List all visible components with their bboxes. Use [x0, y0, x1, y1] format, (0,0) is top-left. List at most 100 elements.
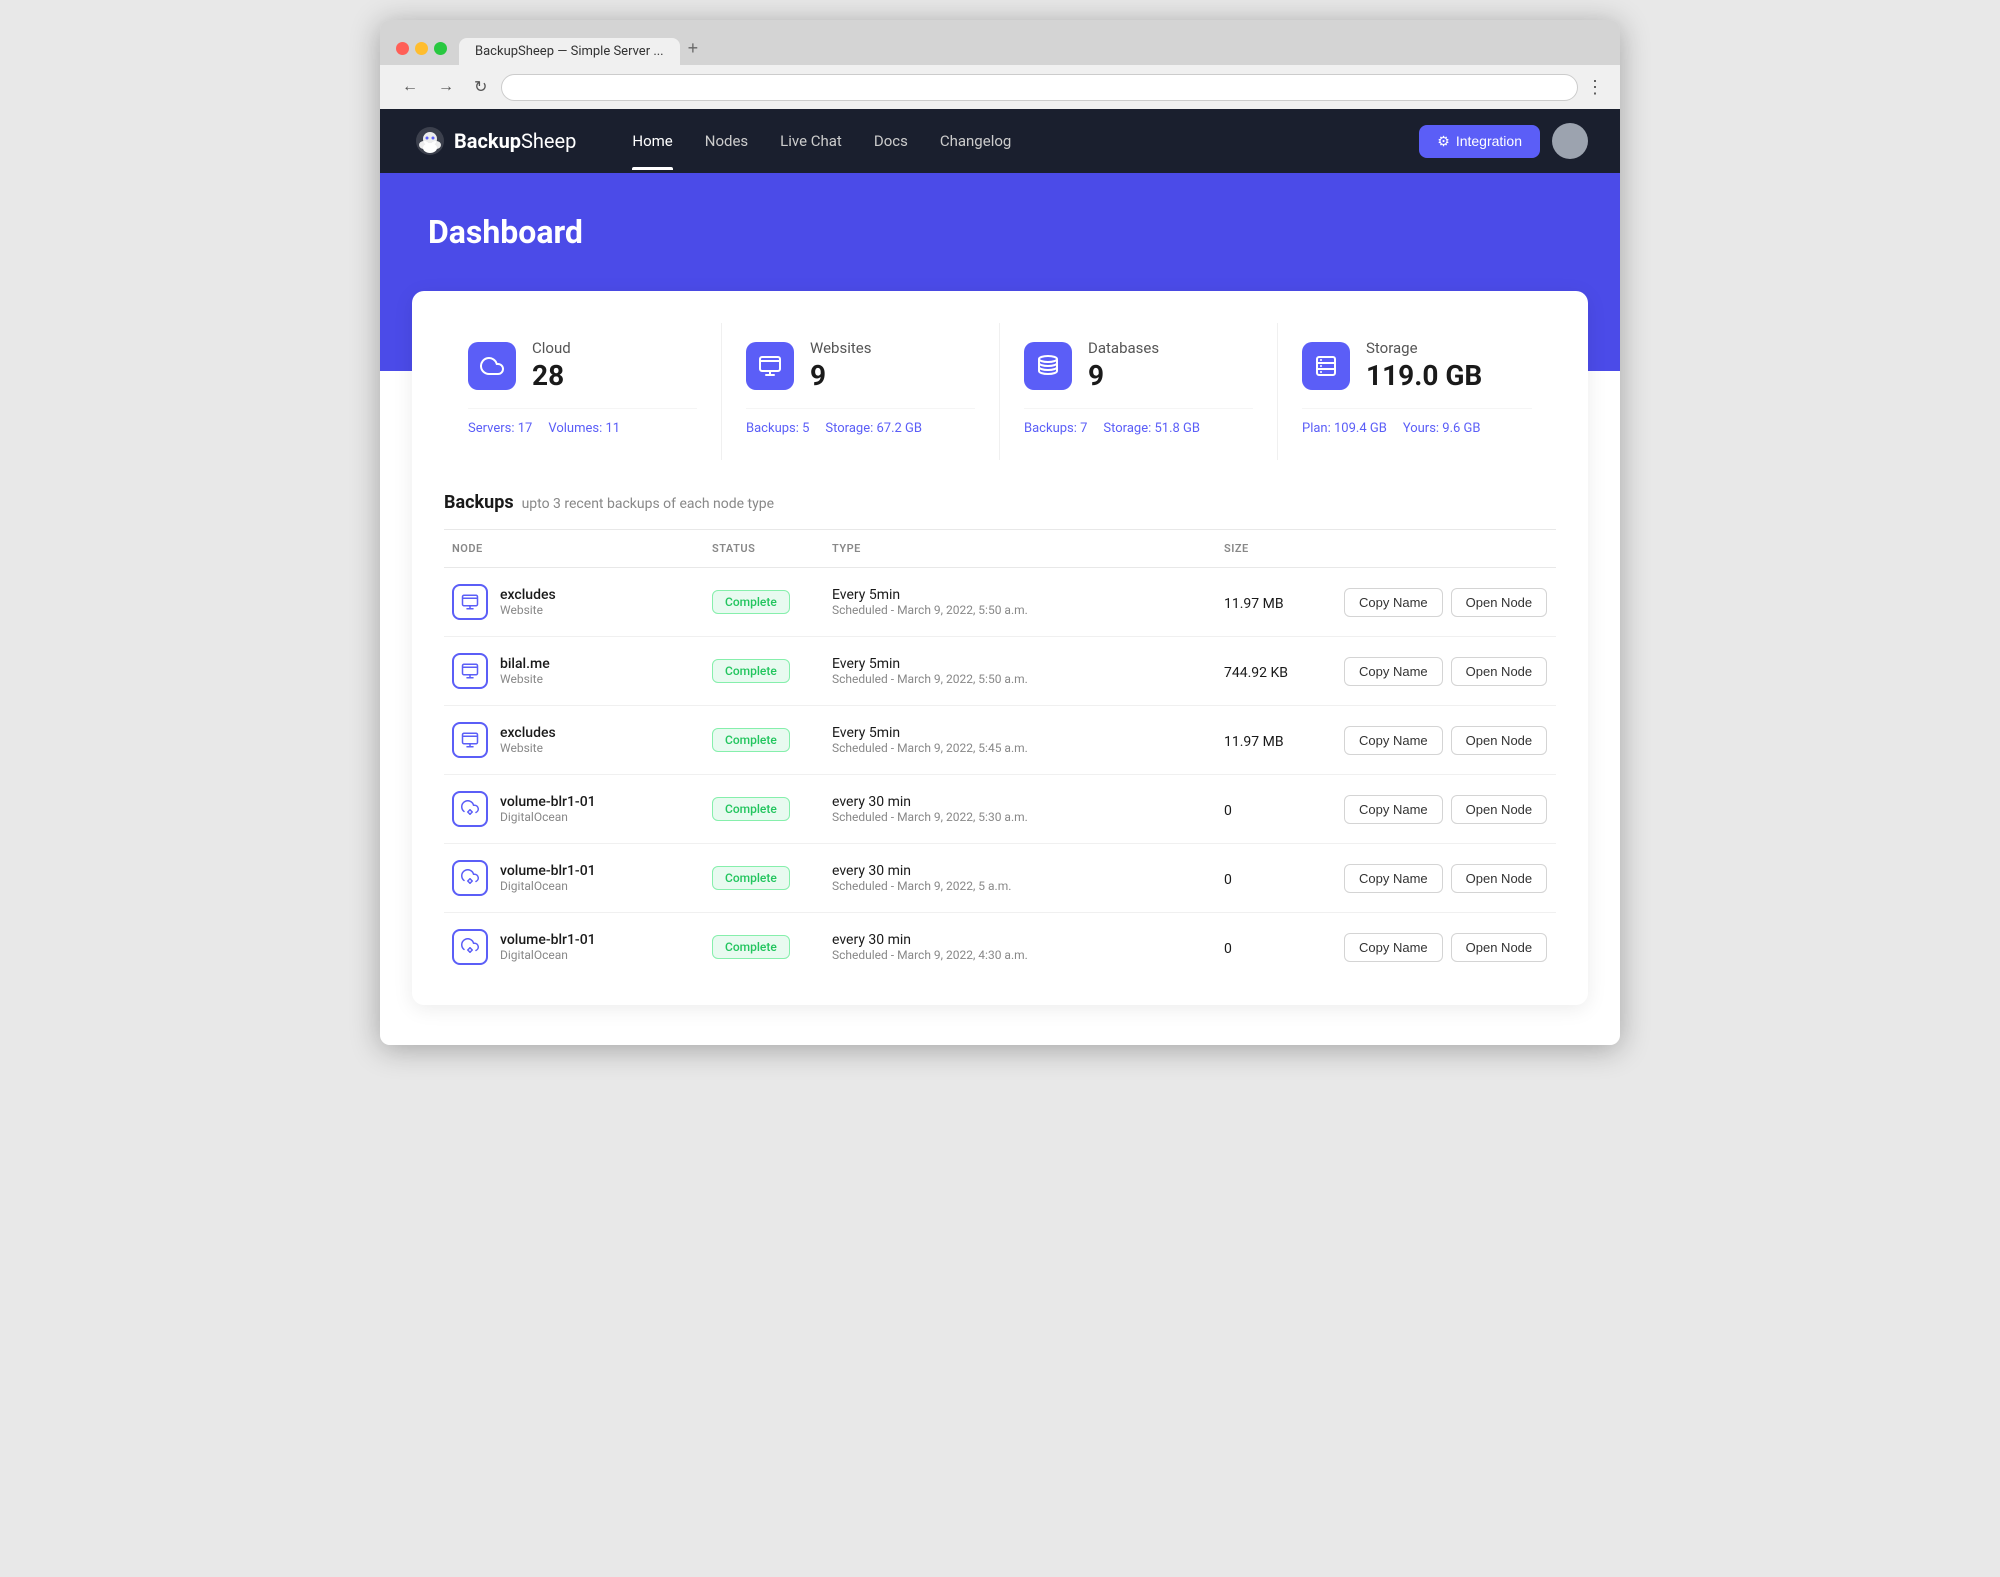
copy-name-button[interactable]: Copy Name [1344, 933, 1443, 962]
main-content: Cloud 28 Servers: 17 Volumes: 11 [380, 291, 1620, 1045]
dashboard-card: Cloud 28 Servers: 17 Volumes: 11 [412, 291, 1588, 1005]
stat-cloud-text: Cloud 28 [532, 339, 571, 392]
status-badge: Complete [712, 935, 790, 959]
row-actions: Copy Name Open Node [1336, 657, 1556, 686]
cloud-node-icon [452, 929, 488, 965]
status-cell: Complete [704, 797, 824, 821]
node-info: volume-blr1-01 DigitalOcean [500, 794, 596, 824]
row-actions: Copy Name Open Node [1336, 726, 1556, 755]
stats-row: Cloud 28 Servers: 17 Volumes: 11 [444, 323, 1556, 460]
nav-livechat[interactable]: Live Chat [764, 112, 858, 170]
size-cell: 0 [1216, 800, 1336, 819]
browser-toolbar: ← → ↻ ⋮ [380, 65, 1620, 109]
size-cell: 11.97 MB [1216, 731, 1336, 750]
status-cell: Complete [704, 728, 824, 752]
backups-header: Backups upto 3 recent backups of each no… [444, 492, 1556, 513]
size-cell: 11.97 MB [1216, 593, 1336, 612]
website-node-icon [452, 584, 488, 620]
copy-name-button[interactable]: Copy Name [1344, 657, 1443, 686]
col-size: SIZE [1216, 542, 1336, 555]
size-cell: 0 [1216, 869, 1336, 888]
open-node-button[interactable]: Open Node [1451, 795, 1548, 824]
node-info: volume-blr1-01 DigitalOcean [500, 863, 596, 893]
website-icon [746, 342, 794, 390]
minimize-window-btn[interactable] [415, 42, 428, 55]
brand-logo[interactable]: BackupSheep [412, 123, 576, 159]
open-node-button[interactable]: Open Node [1451, 933, 1548, 962]
cloud-node-icon [452, 860, 488, 896]
table-row: bilal.me Website Complete Every 5min Sch… [444, 637, 1556, 706]
copy-name-button[interactable]: Copy Name [1344, 726, 1443, 755]
status-badge: Complete [712, 866, 790, 890]
table-row: excludes Website Complete Every 5min Sch… [444, 568, 1556, 637]
stat-storage-text: Storage 119.0 GB [1366, 339, 1482, 392]
status-badge: Complete [712, 659, 790, 683]
user-avatar[interactable] [1552, 123, 1588, 159]
stat-websites: Websites 9 Backups: 5 Storage: 67.2 GB [722, 323, 1000, 460]
reload-button[interactable]: ↻ [468, 73, 493, 101]
navbar-right: ⚙ Integration [1419, 123, 1588, 159]
plan-link[interactable]: Plan: 109.4 GB [1302, 421, 1387, 436]
db-backups-link[interactable]: Backups: 7 [1024, 421, 1087, 436]
website-node-icon [452, 722, 488, 758]
node-cell: volume-blr1-01 DigitalOcean [444, 860, 704, 896]
node-info: excludes Website [500, 725, 556, 755]
backups-title: Backups [444, 492, 514, 513]
website-node-icon [452, 653, 488, 689]
row-actions: Copy Name Open Node [1336, 795, 1556, 824]
nav-nodes[interactable]: Nodes [689, 112, 764, 170]
volumes-link[interactable]: Volumes: 11 [548, 421, 620, 436]
table-row: excludes Website Complete Every 5min Sch… [444, 706, 1556, 775]
servers-link[interactable]: Servers: 17 [468, 421, 532, 436]
storage-icon [1302, 342, 1350, 390]
nav-home[interactable]: Home [616, 112, 688, 170]
table-row: volume-blr1-01 DigitalOcean Complete eve… [444, 844, 1556, 913]
window-controls [396, 42, 447, 55]
node-cell: excludes Website [444, 584, 704, 620]
type-cell: every 30 min Scheduled - March 9, 2022, … [824, 794, 1216, 824]
cloud-node-icon [452, 791, 488, 827]
type-cell: Every 5min Scheduled - March 9, 2022, 5:… [824, 587, 1216, 617]
nav-docs[interactable]: Docs [858, 112, 924, 170]
database-icon [1024, 342, 1072, 390]
navbar: BackupSheep Home Nodes Live Chat Docs Ch… [380, 109, 1620, 173]
website-backups-link[interactable]: Backups: 5 [746, 421, 809, 436]
node-info: bilal.me Website [500, 656, 550, 686]
back-button[interactable]: ← [396, 74, 424, 100]
type-cell: Every 5min Scheduled - March 9, 2022, 5:… [824, 656, 1216, 686]
open-node-button[interactable]: Open Node [1451, 588, 1548, 617]
stat-storage: Storage 119.0 GB Plan: 109.4 GB Yours: 9… [1278, 323, 1556, 460]
logo-icon [412, 123, 448, 159]
stat-cloud-footer: Servers: 17 Volumes: 11 [468, 408, 697, 436]
copy-name-button[interactable]: Copy Name [1344, 588, 1443, 617]
brand-name: BackupSheep [454, 129, 576, 153]
new-tab-button[interactable]: + [684, 32, 703, 65]
integration-button[interactable]: ⚙ Integration [1419, 125, 1540, 158]
forward-button[interactable]: → [432, 74, 460, 100]
close-window-btn[interactable] [396, 42, 409, 55]
open-node-button[interactable]: Open Node [1451, 864, 1548, 893]
active-tab[interactable]: BackupSheep — Simple Server ... [459, 38, 680, 65]
copy-name-button[interactable]: Copy Name [1344, 795, 1443, 824]
yours-link[interactable]: Yours: 9.6 GB [1403, 421, 1481, 436]
copy-name-button[interactable]: Copy Name [1344, 864, 1443, 893]
type-cell: every 30 min Scheduled - March 9, 2022, … [824, 932, 1216, 962]
address-bar[interactable] [501, 74, 1578, 101]
nav-changelog[interactable]: Changelog [924, 112, 1027, 170]
open-node-button[interactable]: Open Node [1451, 726, 1548, 755]
gear-icon: ⚙ [1437, 133, 1450, 150]
website-storage-link[interactable]: Storage: 67.2 GB [825, 421, 922, 436]
table-row: volume-blr1-01 DigitalOcean Complete eve… [444, 913, 1556, 981]
row-actions: Copy Name Open Node [1336, 588, 1556, 617]
maximize-window-btn[interactable] [434, 42, 447, 55]
node-info: volume-blr1-01 DigitalOcean [500, 932, 596, 962]
main-nav: Home Nodes Live Chat Docs Changelog [616, 112, 1419, 170]
browser-menu-button[interactable]: ⋮ [1586, 77, 1604, 98]
status-badge: Complete [712, 728, 790, 752]
row-actions: Copy Name Open Node [1336, 864, 1556, 893]
open-node-button[interactable]: Open Node [1451, 657, 1548, 686]
app-content: BackupSheep Home Nodes Live Chat Docs Ch… [380, 109, 1620, 1045]
db-storage-link[interactable]: Storage: 51.8 GB [1103, 421, 1200, 436]
status-cell: Complete [704, 866, 824, 890]
stat-databases-text: Databases 9 [1088, 339, 1159, 392]
